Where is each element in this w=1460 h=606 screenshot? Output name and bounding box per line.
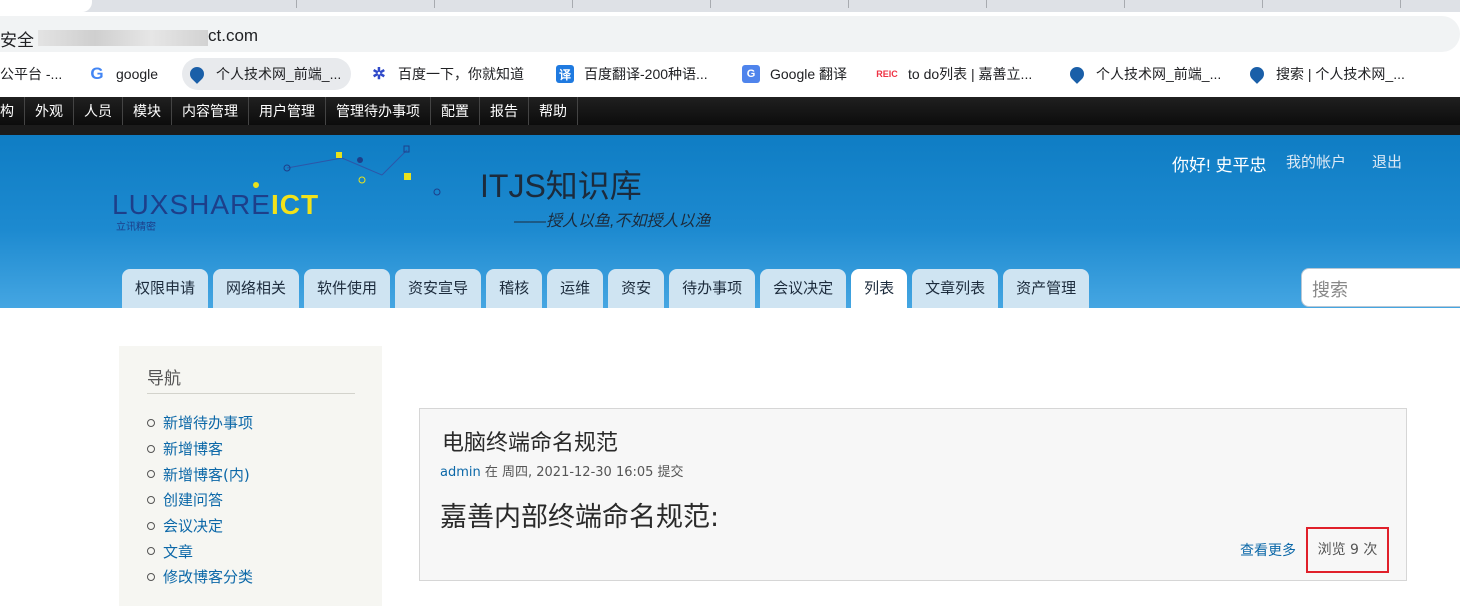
- tab-separator: [572, 0, 573, 8]
- bookmark-item[interactable]: 搜索 | 个人技术网_...: [1247, 58, 1405, 90]
- tab-security[interactable]: 资安: [608, 269, 665, 308]
- admin-menu-help[interactable]: 帮助: [529, 97, 578, 125]
- active-browser-tab[interactable]: [0, 0, 92, 12]
- admin-toolbar: 构 外观 人员 模块 内容管理 用户管理 管理待办事项 配置 报告 帮助: [0, 97, 1460, 125]
- tab-software[interactable]: 软件使用: [304, 269, 391, 308]
- view-count: 浏览 9 次: [1306, 527, 1389, 573]
- drupal-drop-icon: [1067, 64, 1087, 84]
- bookmark-label: Google 翻译: [770, 66, 848, 82]
- bookmark-item[interactable]: G Google 翻译: [742, 58, 847, 90]
- tab-list[interactable]: 列表: [851, 269, 908, 308]
- admin-menu-users[interactable]: 用户管理: [249, 97, 326, 125]
- article-meta: admin 在 周四, 2021-12-30 16:05 提交: [440, 461, 684, 480]
- site-header: LUXSHAREICT 立讯精密 ITJS知识库 ——授人以鱼,不如授人以渔 你…: [0, 135, 1460, 308]
- baidu-paw-icon: ✲: [372, 66, 386, 83]
- bookmark-item[interactable]: 公平台 -...: [0, 58, 62, 90]
- site-logo[interactable]: LUXSHAREICT 立讯精密: [112, 145, 441, 235]
- user-greeting: 你好! 史平忠: [1172, 156, 1267, 175]
- tab-separator: [296, 0, 297, 8]
- nav-item-meeting-decisions[interactable]: 会议决定: [147, 513, 253, 539]
- admin-menu-todo[interactable]: 管理待办事项: [326, 97, 431, 125]
- reic-icon: REIC: [876, 69, 898, 79]
- admin-menu-appearance[interactable]: 外观: [25, 97, 74, 125]
- bookmark-item[interactable]: 译 百度翻译-200种语...: [556, 58, 708, 90]
- tab-separator: [1400, 0, 1401, 8]
- bookmark-label: 百度一下，你就知道: [398, 66, 524, 82]
- nav-item-article[interactable]: 文章: [147, 538, 253, 564]
- nav-item-add-blog[interactable]: 新增博客: [147, 436, 253, 462]
- sidebar-navigation: 导航 新增待办事项 新增博客 新增博客(内) 创建问答 会议决定 文章 修改博客…: [119, 346, 382, 606]
- bookmark-label: 公平台 -...: [0, 66, 63, 82]
- admin-menu-reports[interactable]: 报告: [480, 97, 529, 125]
- read-more-link[interactable]: 查看更多: [1240, 540, 1296, 560]
- nav-item-add-internal-blog[interactable]: 新增博客(内): [147, 461, 253, 487]
- tab-permission-request[interactable]: 权限申请: [122, 269, 209, 308]
- admin-menu-structure[interactable]: 构: [0, 97, 25, 125]
- tab-todo[interactable]: 待办事项: [669, 269, 756, 308]
- bookmark-item[interactable]: ✲ 百度一下，你就知道: [370, 58, 524, 90]
- author-link[interactable]: admin: [440, 465, 481, 480]
- tab-separator: [710, 0, 711, 8]
- submitted-text: 在 周四, 2021-12-30 16:05 提交: [480, 465, 684, 480]
- google-translate-icon: G: [742, 65, 760, 83]
- toolbar-shadow: [0, 125, 1460, 135]
- article-teaser: 电脑终端命名规范 admin 在 周四, 2021-12-30 16:05 提交…: [419, 408, 1407, 581]
- bookmark-label: google: [116, 66, 159, 82]
- article-body: 嘉善内部终端命名规范:: [440, 502, 720, 533]
- sidebar-divider: [147, 393, 355, 394]
- baidu-translate-icon: 译: [556, 65, 574, 83]
- url-text[interactable]: ct.com: [208, 26, 258, 46]
- site-name[interactable]: ITJS知识库: [480, 161, 642, 207]
- bookmark-item[interactable]: 个人技术网_前端_...: [1067, 58, 1222, 90]
- my-account-link[interactable]: 我的帐户: [1286, 151, 1346, 172]
- logo-subtitle: 立讯精密: [116, 222, 156, 233]
- bookmark-label: 搜索 | 个人技术网_...: [1276, 66, 1405, 82]
- tab-separator: [848, 0, 849, 8]
- nav-item-edit-blog-category[interactable]: 修改博客分类: [147, 564, 253, 590]
- tab-ops[interactable]: 运维: [547, 269, 604, 308]
- bookmark-label: 百度翻译-200种语...: [584, 66, 708, 82]
- tab-asset-management[interactable]: 资产管理: [1003, 269, 1090, 308]
- drupal-drop-icon: [1247, 64, 1267, 84]
- admin-menu-modules[interactable]: 模块: [123, 97, 172, 125]
- address-bar: 安全 ct.com: [0, 12, 1460, 52]
- admin-menu-config[interactable]: 配置: [431, 97, 480, 125]
- sidebar-title: 导航: [147, 369, 181, 389]
- logo-wordmark: LUXSHAREICT: [112, 189, 320, 220]
- bookmarks-bar: 公平台 -... G google 个人技术网_前端_... ✲ 百度一下，你就…: [0, 52, 1460, 97]
- bookmark-label: 个人技术网_前端_...: [1096, 66, 1222, 82]
- article-title[interactable]: 电脑终端命名规范: [442, 425, 618, 457]
- security-label[interactable]: 安全: [0, 26, 34, 51]
- tab-network[interactable]: 网络相关: [213, 269, 300, 308]
- search-input[interactable]: 搜索: [1301, 268, 1460, 307]
- tab-meeting-decisions[interactable]: 会议决定: [760, 269, 847, 308]
- tab-separator: [1262, 0, 1263, 8]
- site-slogan: ——授人以鱼,不如授人以渔: [514, 213, 711, 230]
- url-field[interactable]: 安全 ct.com: [0, 16, 1460, 52]
- bookmark-item[interactable]: 个人技术网_前端_...: [182, 58, 352, 90]
- nav-item-create-question[interactable]: 创建问答: [147, 487, 253, 513]
- tab-separator: [986, 0, 987, 8]
- tab-security-awareness[interactable]: 资安宣导: [395, 269, 482, 308]
- browser-tab-strip: [0, 0, 1460, 12]
- drupal-drop-icon: [187, 64, 207, 84]
- tab-audit[interactable]: 稽核: [486, 269, 543, 308]
- nav-list: 新增待办事项 新增博客 新增博客(内) 创建问答 会议决定 文章 修改博客分类: [147, 410, 253, 590]
- tab-separator: [434, 0, 435, 8]
- tab-article-list[interactable]: 文章列表: [912, 269, 999, 308]
- admin-menu-content[interactable]: 内容管理: [172, 97, 249, 125]
- google-g-icon: G: [90, 64, 104, 83]
- admin-menu-people[interactable]: 人员: [74, 97, 123, 125]
- redacted-url-segment: [38, 30, 208, 46]
- tab-separator: [1124, 0, 1125, 8]
- main-menu-tabs: 权限申请 网络相关 软件使用 资安宣导 稽核 运维 资安 待办事项 会议决定 列…: [122, 269, 1094, 308]
- logout-link[interactable]: 退出: [1372, 151, 1402, 172]
- bookmark-item[interactable]: G google: [88, 58, 158, 90]
- bookmark-item[interactable]: REIC to do列表 | 嘉善立...: [876, 58, 1032, 90]
- bookmark-label: 个人技术网_前端_...: [216, 66, 342, 82]
- nav-item-add-todo[interactable]: 新增待办事项: [147, 410, 253, 436]
- bookmark-label: to do列表 | 嘉善立...: [908, 66, 1033, 82]
